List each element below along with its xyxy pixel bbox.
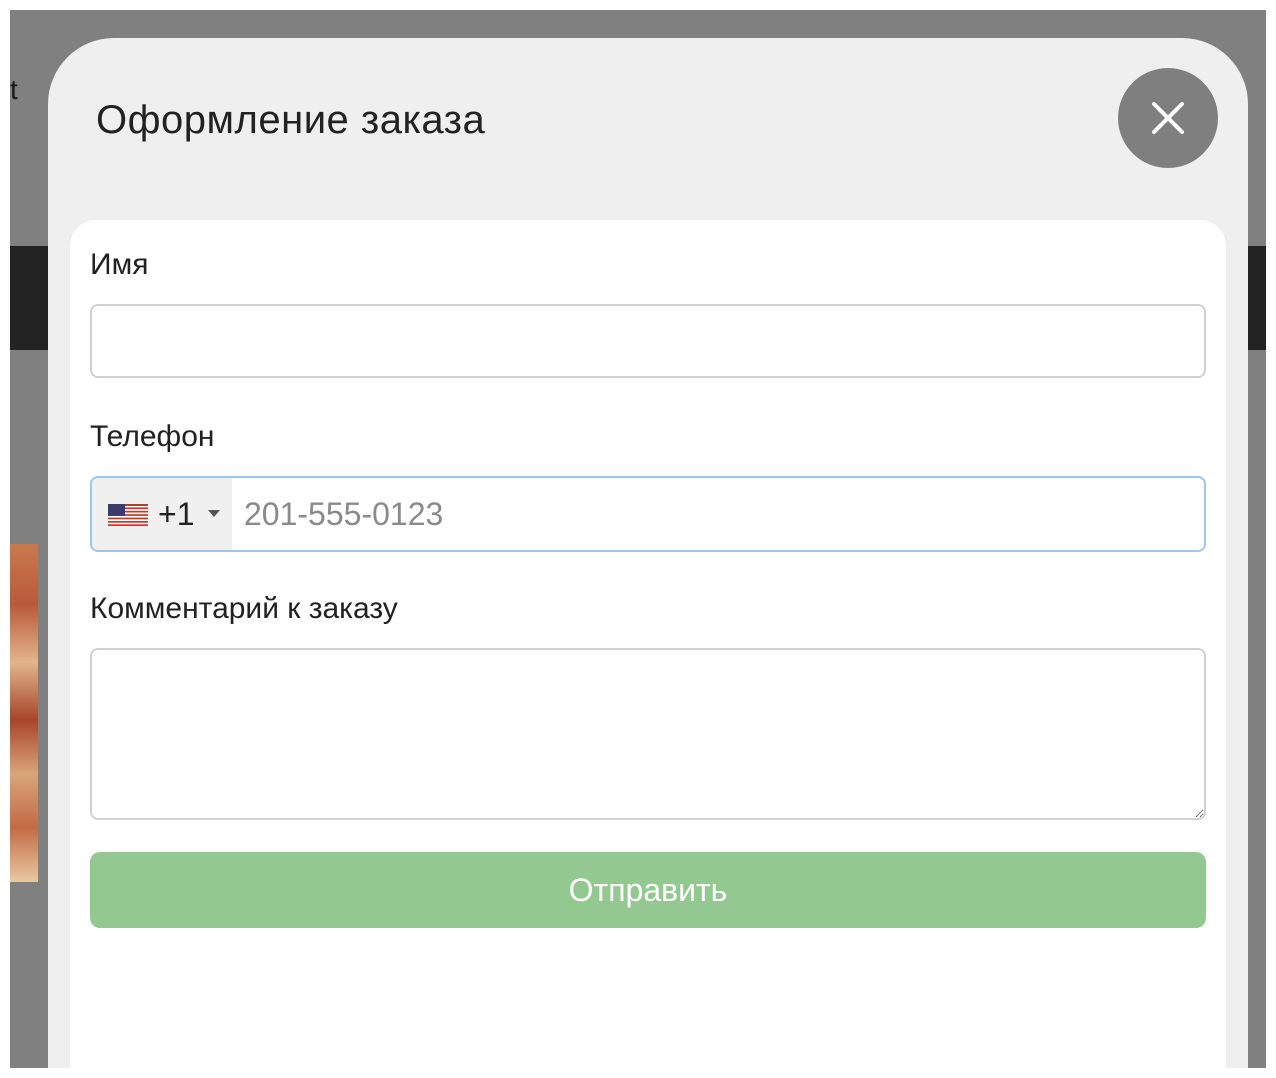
us-flag-icon (108, 504, 148, 526)
close-icon (1152, 102, 1184, 134)
name-label: Имя (90, 248, 149, 281)
background-pizza-image (10, 544, 38, 882)
comment-textarea[interactable] (90, 648, 1206, 820)
modal-title: Оформление заказа (96, 98, 486, 142)
order-modal: Оформление заказа Имя Телефон +1 201-555… (48, 38, 1248, 1068)
app-viewport: t Оформление заказа Имя Телефон +1 201-5… (10, 10, 1266, 1068)
country-code-select[interactable]: +1 (92, 478, 232, 550)
dial-code: +1 (158, 496, 195, 532)
submit-button[interactable]: Отправить (90, 852, 1206, 928)
phone-input[interactable] (232, 478, 1202, 550)
phone-label: Телефон (90, 420, 215, 453)
comment-label: Комментарий к заказу (90, 592, 398, 625)
phone-field: +1 (90, 476, 1206, 552)
chevron-down-icon (208, 510, 220, 517)
name-input[interactable] (90, 304, 1206, 378)
background-page-text: t (10, 74, 18, 105)
close-button[interactable] (1118, 68, 1218, 168)
order-form: Имя Телефон +1 201-555-0123 Комментарий … (70, 220, 1226, 1068)
